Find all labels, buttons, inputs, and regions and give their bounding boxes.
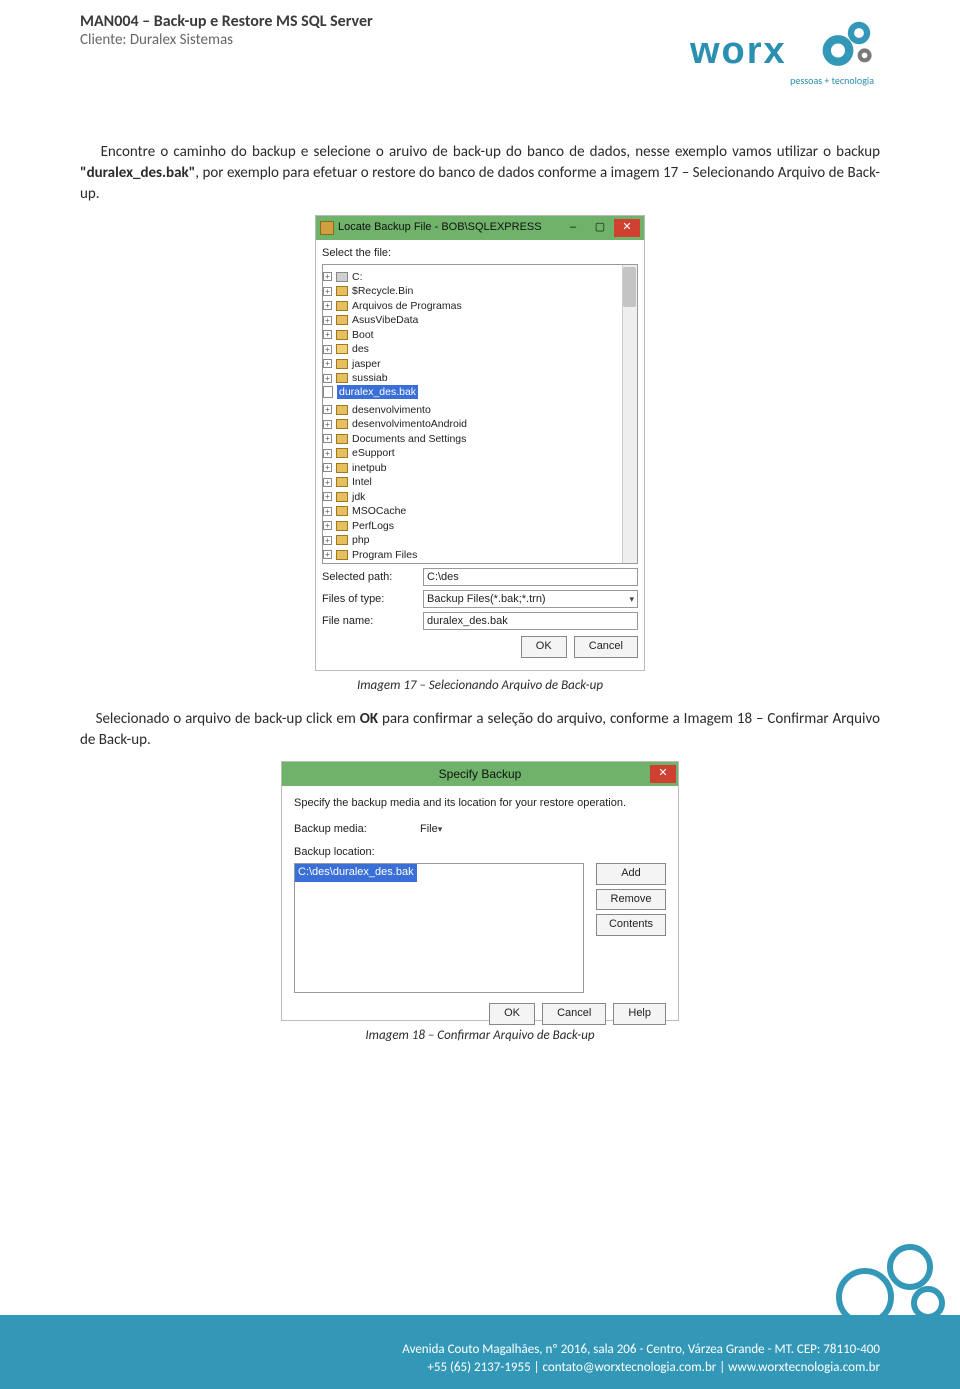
file-name-field[interactable]: duralex_des.bak <box>423 612 638 630</box>
dialog1-titlebar[interactable]: Locate Backup File - BOB\SQLEXPRESS – ▢ … <box>316 216 644 240</box>
selected-tree-file[interactable]: duralex_des.bak <box>337 385 418 399</box>
footer-gears-icon <box>810 1237 950 1327</box>
footer-address: Avenida Couto Magalhães, nº 2016, sala 2… <box>402 1341 880 1359</box>
document-title: MAN004 – Back-up e Restore MS SQL Server <box>80 12 373 31</box>
file-tree[interactable]: C: $Recycle.Bin Arquivos de Programas As… <box>322 264 638 564</box>
dialog2-instruction: Specify the backup media and its locatio… <box>294 796 666 811</box>
locate-backup-dialog: Locate Backup File - BOB\SQLEXPRESS – ▢ … <box>315 215 645 671</box>
file-name-label: File name: <box>322 614 417 629</box>
contents-button[interactable]: Contents <box>596 914 666 935</box>
footer-contact: +55 (65) 2137-1955 | contato@worxtecnolo… <box>402 1359 880 1377</box>
selected-path-label: Selected path: <box>322 570 417 585</box>
backup-location-label: Backup location: <box>294 845 666 860</box>
backup-media-dropdown[interactable]: File▾ <box>420 822 666 837</box>
file-icon <box>323 386 333 398</box>
ok-button[interactable]: OK <box>489 1003 535 1024</box>
dialog1-title: Locate Backup File - BOB\SQLEXPRESS <box>338 220 542 235</box>
close-button[interactable]: ✕ <box>650 765 676 783</box>
scrollbar[interactable] <box>622 265 637 563</box>
files-type-dropdown[interactable]: Backup Files(*.bak;*.trn)▾ <box>423 590 638 608</box>
company-logo: worx pessoas + tecnologia <box>690 12 880 102</box>
main-content: Encontre o caminho do backup e selecione… <box>0 102 960 1045</box>
ok-button[interactable]: OK <box>521 636 567 657</box>
maximize-button[interactable]: ▢ <box>587 219 613 237</box>
drive-icon <box>336 272 348 282</box>
dialog2-title: Specify Backup <box>439 766 522 783</box>
specify-backup-dialog: Specify Backup ✕ Specify the backup medi… <box>281 761 679 1021</box>
paragraph-2: Selecionado o arquivo de back-up click e… <box>80 709 880 751</box>
cancel-button[interactable]: Cancel <box>542 1003 606 1024</box>
gear-icon <box>810 12 880 82</box>
caption-1: Imagem 17 – Selecionando Arquivo de Back… <box>80 677 880 695</box>
cancel-button[interactable]: Cancel <box>574 636 638 657</box>
remove-button[interactable]: Remove <box>596 889 666 910</box>
close-button[interactable]: ✕ <box>614 219 640 237</box>
folder-icon <box>336 286 348 296</box>
backup-location-list[interactable]: C:\des\duralex_des.bak <box>294 863 584 993</box>
chevron-down-icon: ▾ <box>438 824 443 834</box>
dialog2-titlebar[interactable]: Specify Backup ✕ <box>282 762 678 786</box>
page-header: MAN004 – Back-up e Restore MS SQL Server… <box>0 0 960 102</box>
minimize-button[interactable]: – <box>560 219 586 237</box>
select-file-label: Select the file: <box>322 246 638 261</box>
add-button[interactable]: Add <box>596 863 666 884</box>
logo-subtitle: pessoas + tecnologia <box>790 74 874 87</box>
client-line: Cliente: Duralex Sistemas <box>80 31 373 49</box>
dialog-icon <box>320 221 334 235</box>
header-left: MAN004 – Back-up e Restore MS SQL Server… <box>80 12 373 49</box>
backup-media-label: Backup media: <box>294 822 414 837</box>
files-type-label: Files of type: <box>322 592 417 607</box>
selected-path-field[interactable]: C:\des <box>423 568 638 586</box>
paragraph-1: Encontre o caminho do backup e selecione… <box>80 142 880 205</box>
chevron-down-icon: ▾ <box>629 593 634 606</box>
page-footer: Avenida Couto Magalhães, nº 2016, sala 2… <box>0 1269 960 1389</box>
selected-location[interactable]: C:\des\duralex_des.bak <box>295 864 417 881</box>
logo-text: worx <box>690 30 787 73</box>
help-button[interactable]: Help <box>613 1003 666 1024</box>
